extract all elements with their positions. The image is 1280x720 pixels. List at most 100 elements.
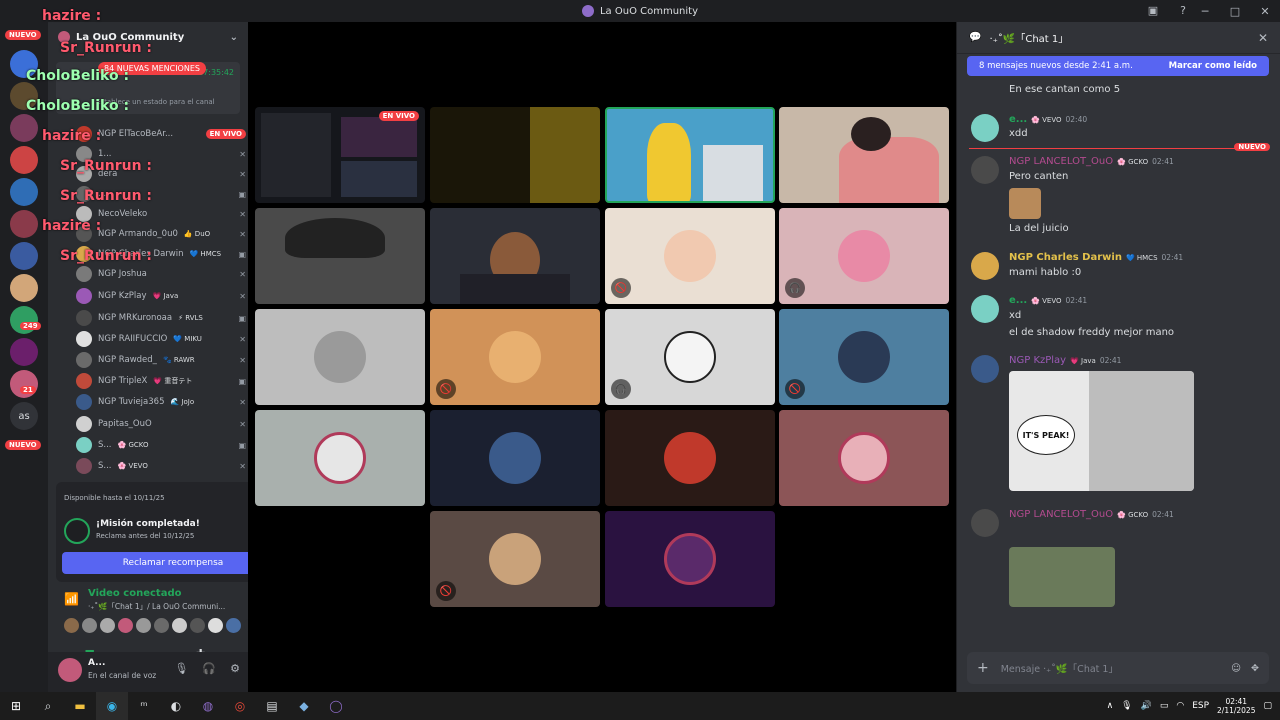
avatar-tile[interactable]: [605, 410, 775, 506]
app-icon[interactable]: ◍: [192, 692, 224, 720]
avatar[interactable]: [971, 295, 999, 323]
avatar-tile[interactable]: 🎧: [605, 309, 775, 405]
avatar-tile[interactable]: 🎧: [779, 208, 949, 304]
server-icon[interactable]: as: [10, 402, 38, 430]
settings-gear-icon[interactable]: ⚙: [230, 662, 240, 675]
new-messages-bar[interactable]: 8 mensajes nuevos desde 2:41 a.m. Marcar…: [967, 56, 1269, 76]
video-tile[interactable]: [430, 107, 600, 203]
discord-taskbar-icon[interactable]: ◯: [320, 692, 352, 720]
clock[interactable]: 02:41 2/11/2025: [1217, 697, 1255, 715]
member-avatar[interactable]: [82, 618, 97, 633]
avatar[interactable]: [971, 156, 999, 184]
apps-icon[interactable]: ✥: [1251, 663, 1259, 674]
search-icon[interactable]: ⌕: [32, 692, 64, 720]
member-avatar[interactable]: [208, 618, 223, 633]
message-author[interactable]: NGP Charles Darwin: [1009, 252, 1122, 263]
message-author[interactable]: NGP LANCELOT_OuO: [1009, 509, 1113, 520]
server-icon[interactable]: [10, 274, 38, 302]
microphone-icon[interactable]: 🎙: [174, 662, 188, 675]
member-avatar[interactable]: [190, 618, 205, 633]
voice-user-row[interactable]: NGP TripleX 💗 重音テト ▣: [76, 371, 246, 391]
manga-image[interactable]: IT'S PEAK!: [1009, 371, 1194, 491]
member-avatar[interactable]: [64, 618, 79, 633]
voice-user-row[interactable]: NGP Armando_0u0 👍 DuO ✕: [76, 224, 246, 244]
avatar[interactable]: [971, 509, 999, 537]
member-avatar[interactable]: [100, 618, 115, 633]
message-author[interactable]: NGP LANCELOT_OuO: [1009, 156, 1113, 167]
voice-user-row[interactable]: NGP Joshua ✕: [76, 264, 246, 284]
add-attachment-icon[interactable]: +: [977, 660, 989, 676]
member-avatar[interactable]: [172, 618, 187, 633]
maximize-button[interactable]: □: [1220, 0, 1250, 22]
voice-user-row[interactable]: NGP RAIIFUCCIO 💙 MIKU ✕: [76, 329, 246, 349]
notifications-icon[interactable]: ▢: [1263, 701, 1272, 711]
close-window-button[interactable]: ✕: [1250, 0, 1280, 22]
member-avatar[interactable]: [226, 618, 241, 633]
language-indicator[interactable]: ESP: [1192, 701, 1209, 711]
avatar-tile[interactable]: [255, 309, 425, 405]
member-avatar[interactable]: [136, 618, 151, 633]
avatar[interactable]: [58, 658, 82, 682]
app-icon[interactable]: ᵐ: [128, 692, 160, 720]
app-icon[interactable]: ▤: [256, 692, 288, 720]
voice-user-row[interactable]: NGP MRKuronoaa ⚡ RVLS ▣: [76, 308, 246, 328]
voice-user-row[interactable]: NGP KzPlay 💗 Java ✕: [76, 286, 246, 306]
volume-icon[interactable]: 🔊: [1141, 701, 1152, 711]
member-avatar[interactable]: [118, 618, 133, 633]
server-icon[interactable]: [10, 242, 38, 270]
avatar[interactable]: [971, 114, 999, 142]
voice-user-row[interactable]: S... 🌸 VEVO ✕: [76, 456, 246, 476]
message-author[interactable]: NGP KzPlay: [1009, 355, 1066, 366]
battery-icon[interactable]: ▭: [1160, 701, 1169, 711]
mark-read-button[interactable]: Marcar como leído: [1169, 61, 1257, 71]
server-icon[interactable]: [10, 338, 38, 366]
voice-user-row[interactable]: NGP ElTacoBeAr... EN VIVO: [76, 124, 246, 144]
avatar-tile[interactable]: 🚫: [605, 208, 775, 304]
chevron-down-icon[interactable]: ⌄: [230, 32, 238, 43]
message-author[interactable]: e...: [1009, 295, 1027, 306]
inbox-icon[interactable]: ▣: [1146, 4, 1160, 18]
close-icon[interactable]: ✕: [1258, 31, 1268, 45]
avatar-tile[interactable]: 🚫: [430, 309, 600, 405]
video-tile[interactable]: [779, 107, 949, 203]
microphone-icon[interactable]: 🎙: [1121, 701, 1132, 711]
voice-user-row[interactable]: NGP Tuvieja365 🌊 JoJo ✕: [76, 392, 246, 412]
minimize-button[interactable]: ─: [1190, 0, 1220, 22]
screen-share-tile[interactable]: EN VIVO: [255, 107, 425, 203]
avatar[interactable]: [971, 252, 999, 280]
chevron-up-icon[interactable]: ∧: [1107, 701, 1114, 711]
message-author[interactable]: e...: [1009, 114, 1027, 125]
server-icon[interactable]: [10, 146, 38, 174]
file-explorer-icon[interactable]: ▬: [64, 692, 96, 720]
windows-start-icon[interactable]: ⊞: [0, 692, 32, 720]
avatar-tile[interactable]: [779, 410, 949, 506]
voice-user-row[interactable]: S... 🌸 GCKO ▣: [76, 435, 246, 455]
app-icon[interactable]: ◐: [160, 692, 192, 720]
edge-icon[interactable]: ◉: [96, 692, 128, 720]
avatar-tile[interactable]: [255, 410, 425, 506]
server-icon[interactable]: [10, 114, 38, 142]
sticker-image[interactable]: [1009, 188, 1041, 219]
headphones-icon[interactable]: 🎧: [202, 662, 216, 675]
help-icon[interactable]: ?: [1176, 4, 1190, 18]
avatar-tile[interactable]: 🚫: [430, 511, 600, 607]
voice-user-row[interactable]: NGP Rawded_ 🐾 RAWR ✕: [76, 350, 246, 370]
steam-icon[interactable]: ◆: [288, 692, 320, 720]
avatar[interactable]: [971, 355, 999, 383]
video-tile[interactable]: [255, 208, 425, 304]
video-tile-speaking[interactable]: [605, 107, 775, 203]
server-icon[interactable]: [10, 210, 38, 238]
avatar-tile[interactable]: 🚫: [779, 309, 949, 405]
voice-user-row[interactable]: NecoVeleko ✕: [76, 204, 246, 224]
chrome-icon[interactable]: ◎: [224, 692, 256, 720]
video-tile[interactable]: [430, 208, 600, 304]
emoji-icon[interactable]: ☺: [1231, 663, 1241, 674]
wifi-icon[interactable]: ◠: [1176, 701, 1184, 711]
member-avatar[interactable]: [154, 618, 169, 633]
avatar-tile[interactable]: [605, 511, 775, 607]
gif-image[interactable]: [1009, 547, 1115, 607]
server-icon[interactable]: [10, 178, 38, 206]
voice-user-row[interactable]: Papitas_OuO ✕: [76, 414, 246, 434]
message-input[interactable]: Mensaje ‧₊˚🌿「Chat 1」: [1001, 661, 1118, 675]
voice-channel-link[interactable]: ‧₊˚🌿「Chat 1」/ La OuO Communi...: [88, 601, 225, 612]
